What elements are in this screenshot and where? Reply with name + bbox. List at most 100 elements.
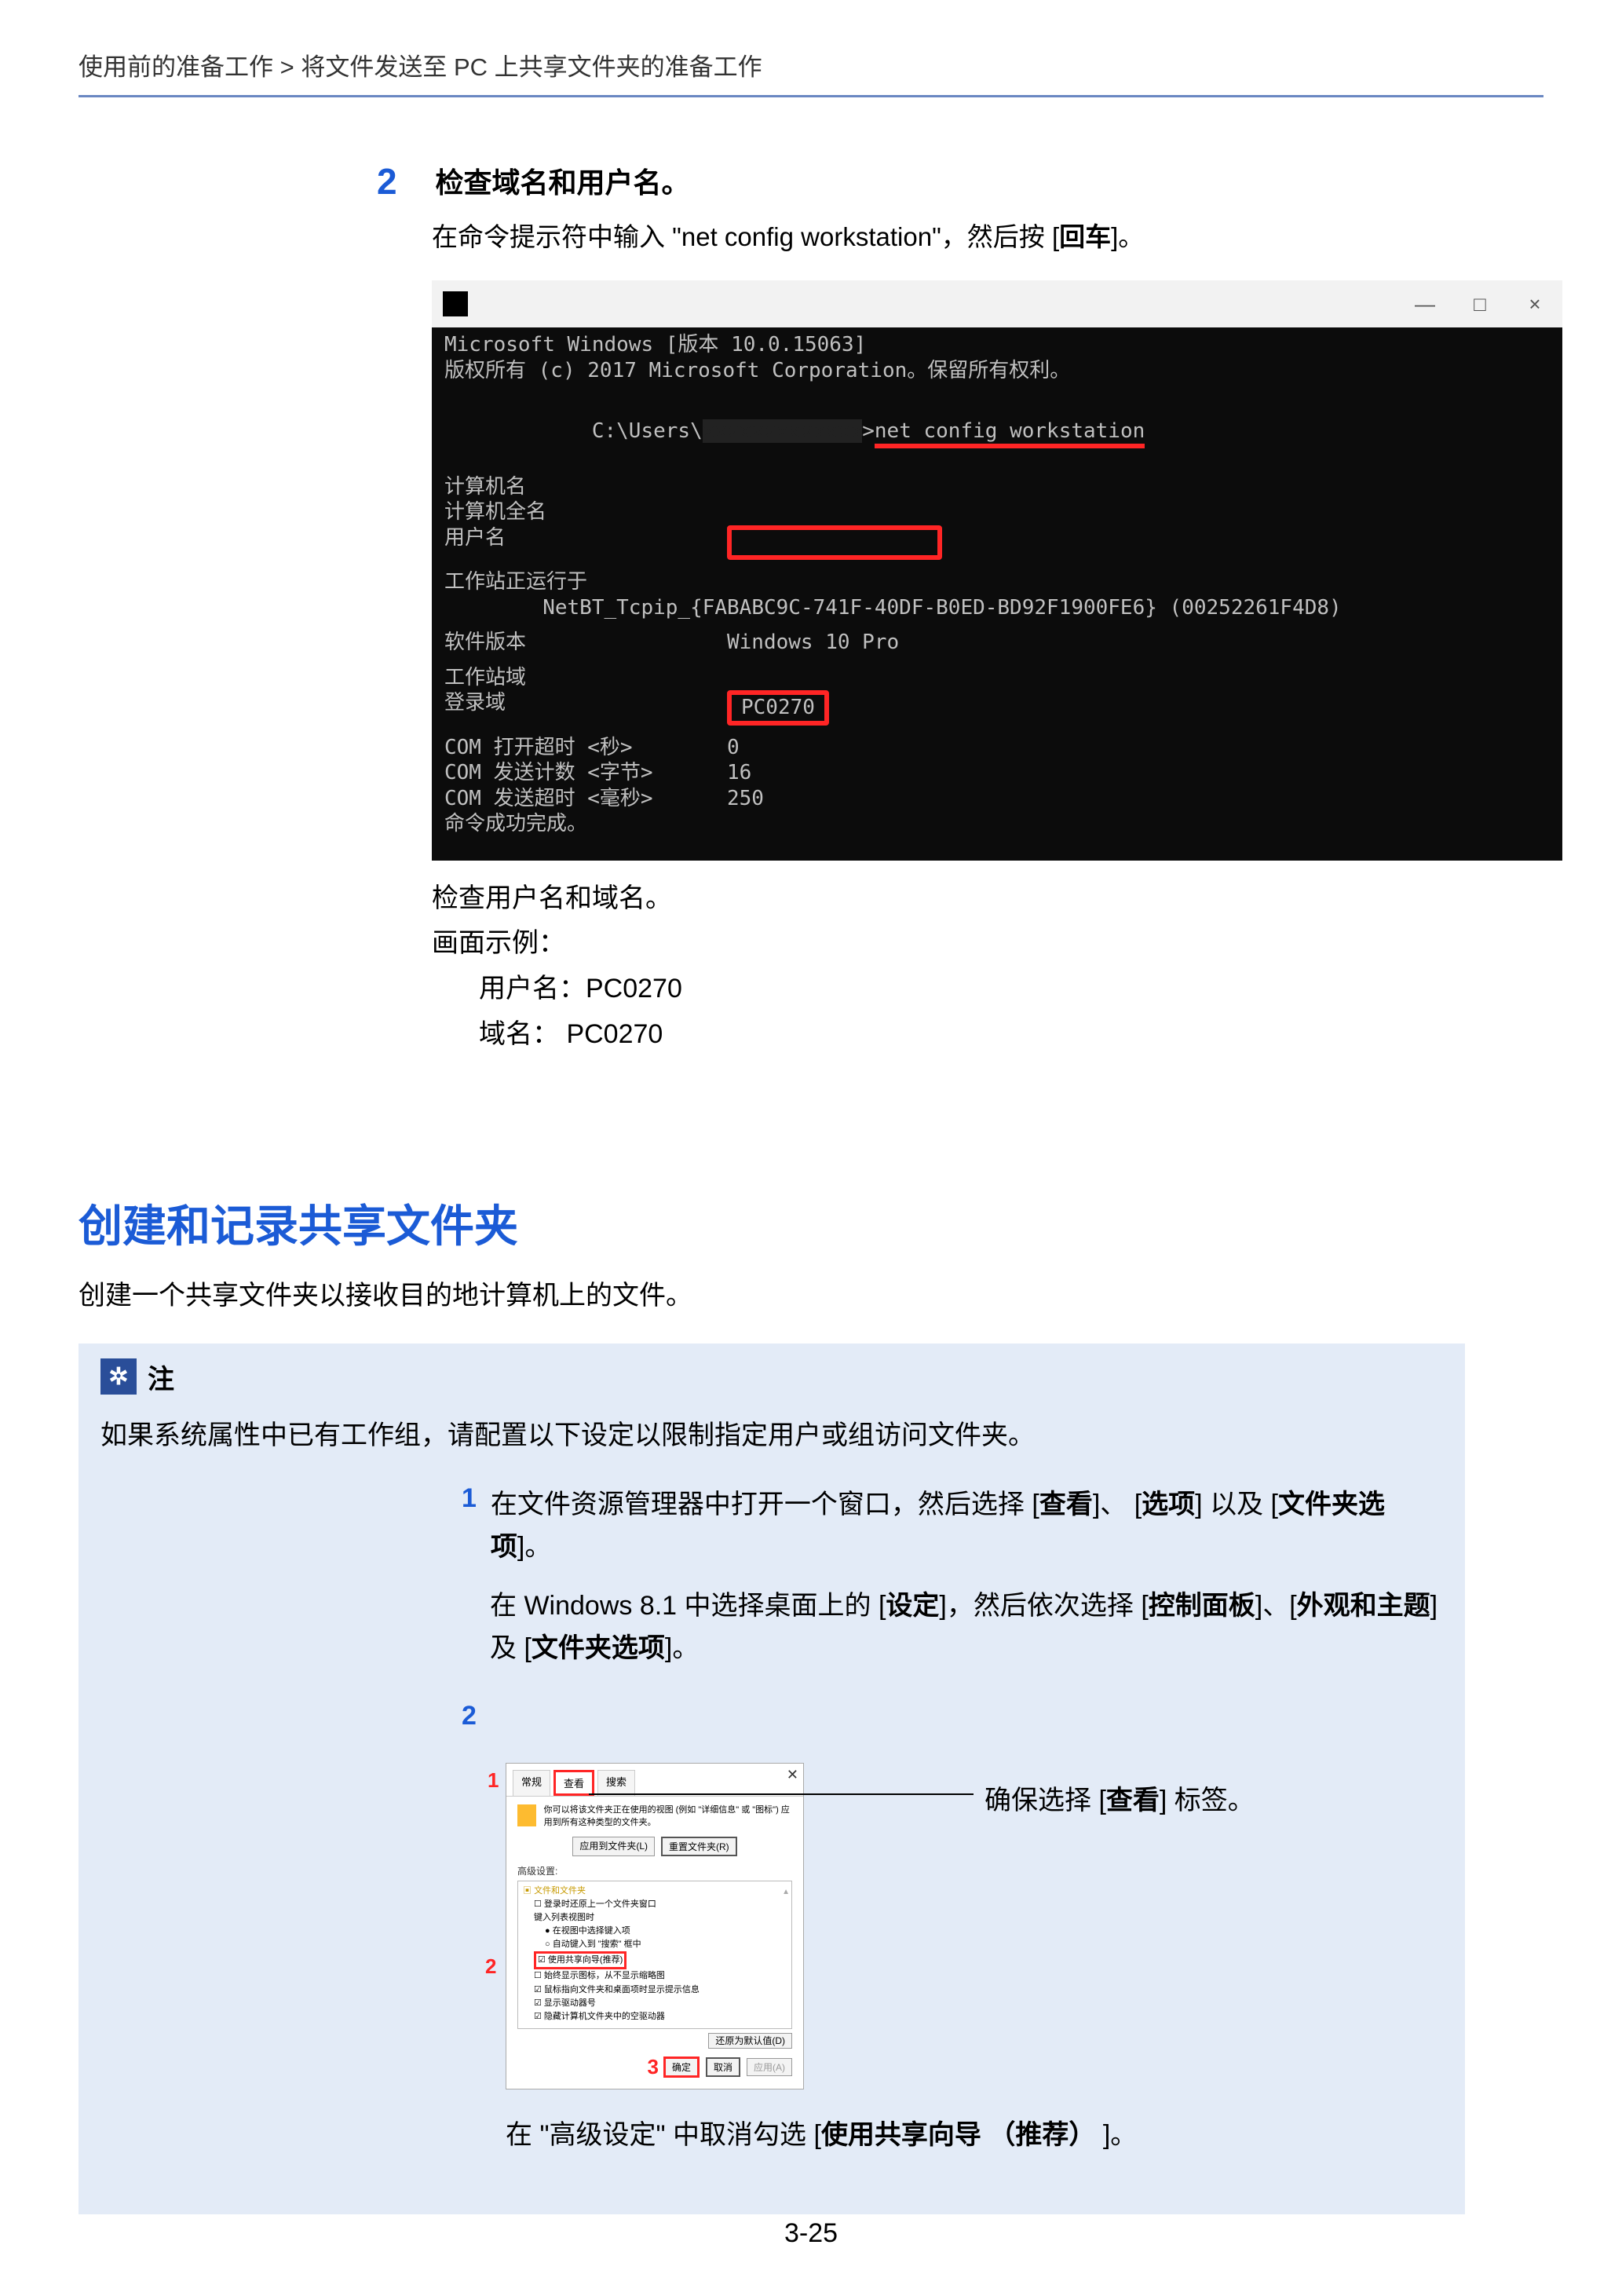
tree-item[interactable]: 始终显示图标，从不显示缩略图 bbox=[523, 1969, 787, 1983]
text: 在 "高级设定" 中取消勾选 [ bbox=[506, 2120, 821, 2150]
tab-general[interactable]: 常规 bbox=[513, 1770, 550, 1796]
apply-to-folders-button[interactable]: 应用到文件夹(L) bbox=[572, 1837, 655, 1856]
text-bold: 使用共享向导 （推荐） bbox=[821, 2120, 1095, 2150]
callout-marker-3: 3 bbox=[648, 2055, 659, 2079]
terminal-output: Microsoft Windows [版本 10.0.15063] 版权所有 (… bbox=[432, 327, 1562, 861]
text-bold: 控制面板 bbox=[1149, 1591, 1255, 1621]
label-username: 用户名 bbox=[444, 525, 727, 561]
label: 计算机全名 bbox=[444, 499, 727, 525]
page-number: 3-25 bbox=[0, 2218, 1622, 2249]
text: ]、[ bbox=[1255, 1591, 1297, 1621]
callout-marker-2: 2 bbox=[485, 1951, 496, 1982]
label-domain: 工作站域 bbox=[444, 665, 727, 691]
tree-item[interactable]: 登录时还原上一个文件夹窗口 bbox=[523, 1898, 787, 1911]
text-bold: 查看 bbox=[1039, 1490, 1093, 1519]
advanced-settings-label: 高级设置: bbox=[506, 1864, 803, 1877]
prompt-path: C:\Users\ bbox=[592, 419, 703, 443]
text-bold: 文件夹选项 bbox=[532, 1633, 665, 1663]
restore-defaults-button[interactable]: 还原为默认值(D) bbox=[708, 2033, 792, 2049]
reset-folders-button[interactable]: 重置文件夹(R) bbox=[661, 1837, 737, 1856]
step-body: 在命令提示符中输入 "net config workstation"，然后按 [… bbox=[432, 217, 1465, 257]
terminal-line: 命令成功完成。 bbox=[444, 811, 1550, 837]
note-icon: ✲ bbox=[100, 1358, 137, 1395]
advanced-settings-tree[interactable]: 2 ▲ ▣ 文件和文件夹 登录时还原上一个文件夹窗口 键入列表视图时 在视图中选… bbox=[517, 1881, 792, 2028]
example-domain: 域名： PC0270 bbox=[432, 1012, 1465, 1058]
text: ] 以及 [ bbox=[1195, 1490, 1278, 1519]
window-titlebar: — □ × bbox=[432, 280, 1562, 327]
value: 250 bbox=[727, 786, 764, 812]
terminal-line: Microsoft Windows [版本 10.0.15063] bbox=[444, 332, 1550, 358]
step-text: 在文件资源管理器中打开一个窗口，然后选择 [查看]、 [选项] 以及 [文件夹选… bbox=[491, 1483, 1443, 1569]
terminal-prompt-line: C:\Users\xxxxxxxxxxxxx>net config workst… bbox=[444, 393, 1550, 474]
label-logon-domain: 登录域 bbox=[444, 690, 727, 726]
text-bold: 查看 bbox=[1106, 1786, 1160, 1815]
note-title: 注 bbox=[148, 1358, 174, 1396]
value: 16 bbox=[727, 760, 751, 786]
tab-search[interactable]: 搜索 bbox=[597, 1770, 635, 1796]
text: ]。 bbox=[1111, 222, 1144, 251]
tree-item[interactable]: 隐藏计算机文件夹中的空驱动器 bbox=[523, 2010, 787, 2024]
scrollbar-up-icon[interactable]: ▲ bbox=[782, 1886, 790, 1899]
step-subtext: 在 Windows 8.1 中选择桌面上的 [设定]，然后依次选择 [控制面板]… bbox=[490, 1585, 1443, 1670]
callout-text: 确保选择 [查看] 标签。 bbox=[985, 1779, 1255, 1817]
tree-item[interactable]: 显示驱动器号 bbox=[523, 1997, 787, 2010]
username-highlight bbox=[727, 525, 942, 561]
note-text: 如果系统属性中已有工作组，请配置以下设定以限制指定用户或组访问文件夹。 bbox=[100, 1413, 1443, 1452]
value: NetBT_Tcpip_{FABABC9C-741F-40DF-B0ED-BD9… bbox=[444, 595, 1550, 621]
step-number: 2 bbox=[377, 160, 432, 203]
note-step-2: 2 bbox=[462, 1701, 1443, 1731]
folder-options-figure: ✕ 1 常规 查看 搜索 你可以将该文件夹正在使用的视图 (例如 "详细信息" … bbox=[506, 1763, 1443, 2089]
text-bold: 选项 bbox=[1142, 1490, 1195, 1519]
close-button[interactable]: × bbox=[1507, 280, 1562, 327]
text: net config workstation bbox=[681, 222, 932, 251]
text: ]、 [ bbox=[1093, 1490, 1142, 1519]
label: 计算机名 bbox=[444, 474, 727, 500]
text: "，然后按 [ bbox=[932, 222, 1059, 251]
step-number: 2 bbox=[462, 1701, 477, 1731]
command-highlight: net config workstation bbox=[875, 419, 1145, 449]
cmd-icon bbox=[443, 291, 468, 316]
apply-button[interactable]: 应用(A) bbox=[747, 2058, 792, 2076]
tree-item[interactable]: 鼠标指向文件夹和桌面项时显示提示信息 bbox=[523, 1983, 787, 1997]
folder-options-dialog: ✕ 1 常规 查看 搜索 你可以将该文件夹正在使用的视图 (例如 "详细信息" … bbox=[506, 1763, 804, 2089]
text: 确保选择 [ bbox=[985, 1786, 1106, 1815]
step-number: 1 bbox=[462, 1483, 477, 1514]
text-bold: 设定 bbox=[886, 1591, 939, 1621]
tab-view[interactable]: 查看 bbox=[553, 1770, 594, 1796]
text: ] 标签。 bbox=[1160, 1786, 1255, 1815]
tree-item: 键入列表视图时 bbox=[523, 1911, 787, 1925]
text: 在 Windows 8.1 中选择桌面上的 [ bbox=[490, 1591, 886, 1621]
step-title: 检查域名和用户名。 bbox=[435, 160, 689, 201]
note-block: ✲ 注 如果系统属性中已有工作组，请配置以下设定以限制指定用户或组访问文件夹。 … bbox=[79, 1344, 1465, 2214]
dialog-section-text: 你可以将该文件夹正在使用的视图 (例如 "详细信息" 或 "图标") 应用到所有… bbox=[544, 1804, 792, 1829]
minimize-button[interactable]: — bbox=[1397, 280, 1452, 327]
post-screenshot-text: 检查用户名和域名。 画面示例： 用户名：PC0270 域名： PC0270 bbox=[432, 876, 1465, 1058]
maximize-button[interactable]: □ bbox=[1452, 280, 1507, 327]
post-figure-text: 在 "高级设定" 中取消勾选 [使用共享向导 （推荐） ]。 bbox=[506, 2113, 1443, 2152]
label: 工作站正运行于 bbox=[444, 569, 1550, 595]
dialog-tabs: 常规 查看 搜索 bbox=[506, 1764, 803, 1797]
breadcrumb: 使用前的准备工作 > 将文件发送至 PC 上共享文件夹的准备工作 bbox=[79, 31, 1543, 90]
domain-highlight: PC0270 bbox=[727, 690, 829, 726]
prompt-suffix: > bbox=[862, 419, 875, 443]
text: 画面示例： bbox=[432, 921, 1465, 967]
text: ]，然后依次选择 [ bbox=[939, 1591, 1148, 1621]
text-key: 回车 bbox=[1059, 222, 1111, 251]
text: ]。 bbox=[665, 1633, 699, 1663]
command-prompt-screenshot: — □ × Microsoft Windows [版本 10.0.15063] … bbox=[432, 280, 1562, 861]
text: 在文件资源管理器中打开一个窗口，然后选择 [ bbox=[491, 1490, 1039, 1519]
note-step-1: 1 在文件资源管理器中打开一个窗口，然后选择 [查看]、 [选项] 以及 [文件… bbox=[462, 1483, 1443, 1569]
use-sharing-wizard-checkbox[interactable]: 使用共享向导(推荐) bbox=[534, 1951, 627, 1969]
tree-radio[interactable]: 自动键入到 "搜索" 框中 bbox=[523, 1938, 787, 1951]
value: Windows 10 Pro bbox=[727, 630, 899, 656]
tree-radio[interactable]: 在视图中选择键入项 bbox=[523, 1925, 787, 1938]
label: COM 打开超时 <秒> bbox=[444, 735, 727, 761]
section-heading: 创建和记录共享文件夹 bbox=[79, 1191, 1465, 1255]
callout-marker-1: 1 bbox=[488, 1768, 499, 1793]
close-icon[interactable]: ✕ bbox=[787, 1767, 798, 1783]
cancel-button[interactable]: 取消 bbox=[706, 2057, 740, 2077]
text-bold: 外观和主题 bbox=[1297, 1591, 1430, 1621]
section-subtext: 创建一个共享文件夹以接收目的地计算机上的文件。 bbox=[79, 1274, 1465, 1312]
ok-button[interactable]: 确定 bbox=[663, 2057, 700, 2078]
example-username: 用户名：PC0270 bbox=[432, 967, 1465, 1012]
